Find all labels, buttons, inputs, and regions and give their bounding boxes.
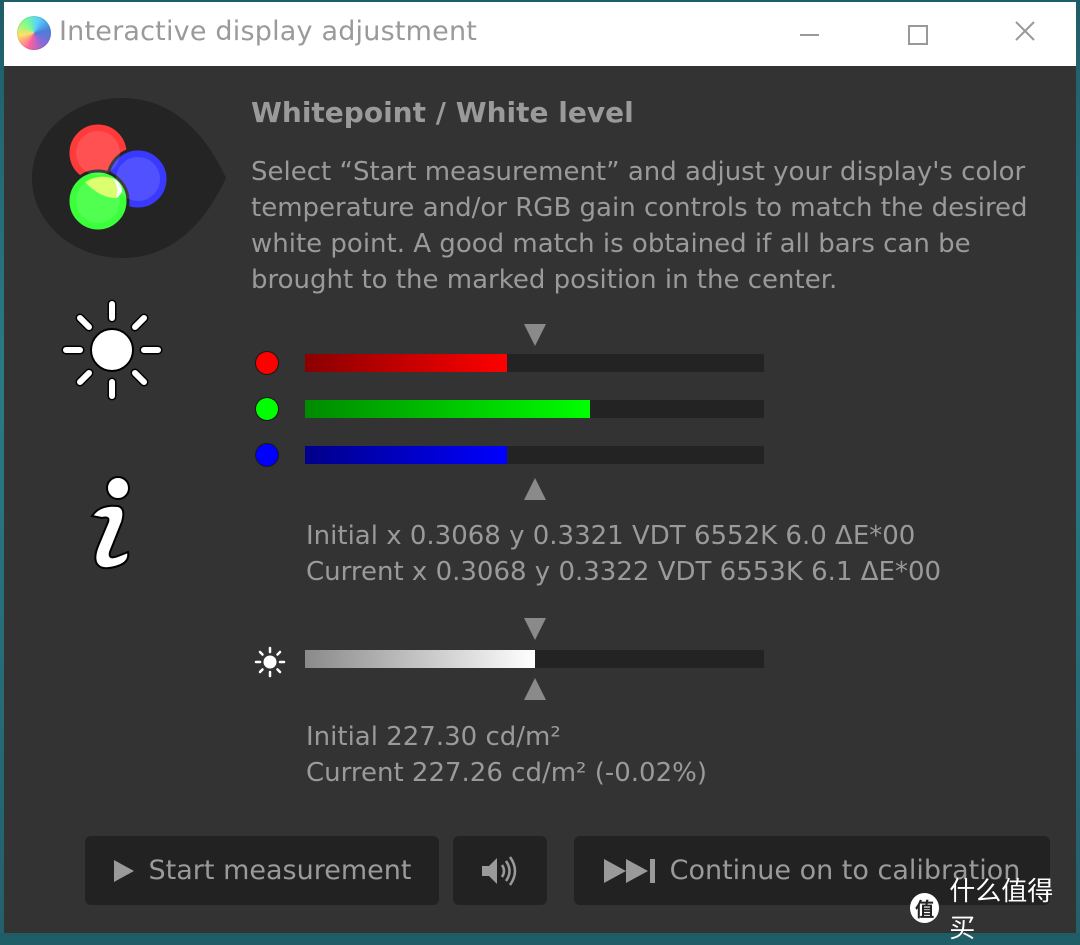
current-luminance-readout: Current 227.26 cd/m² (-0.02%) <box>306 758 707 788</box>
green-bar-fill <box>305 400 590 418</box>
luminance-target-marker-bottom <box>523 678 546 700</box>
play-icon <box>113 859 135 883</box>
green-bar-track <box>305 400 764 418</box>
luminance-sun-icon <box>254 646 286 678</box>
initial-luminance-readout: Initial 227.30 cd/m² <box>306 722 561 752</box>
app-logo-icon <box>17 16 51 50</box>
blue-dot-icon <box>256 444 278 466</box>
rgb-circles-icon <box>32 98 226 258</box>
watermark-text: 什么值得买 <box>949 877 1054 944</box>
maximize-button[interactable] <box>870 2 960 66</box>
title-bar: Interactive display adjustment <box>4 2 1076 66</box>
close-icon <box>1015 21 1035 41</box>
green-dot-icon <box>256 398 278 420</box>
blue-bar-fill <box>305 446 507 464</box>
dialog-window: Interactive display adjustment Whitepoin… <box>4 2 1076 944</box>
maximize-icon <box>908 25 928 45</box>
blue-bar-track <box>305 446 764 464</box>
watermark: 值 什么值得买 <box>910 877 1076 944</box>
minimize-icon <box>800 34 819 36</box>
current-whitepoint-readout: Current x 0.3068 y 0.3322 VDT 6553K 6.1 … <box>306 557 942 587</box>
sound-toggle-button[interactable] <box>453 836 547 905</box>
start-measurement-label: Start measurement <box>148 855 412 886</box>
initial-whitepoint-readout: Initial x 0.3068 y 0.3321 VDT 6552K 6.0 … <box>306 521 916 551</box>
luminance-bar-track <box>305 650 764 668</box>
instructions-text: Select “Start measurement” and adjust yo… <box>251 157 1028 295</box>
target-marker-bottom <box>523 478 546 500</box>
skip-forward-icon <box>603 858 656 884</box>
target-marker-top <box>523 324 546 346</box>
red-bar-track <box>305 354 764 372</box>
red-bar-fill <box>305 354 507 372</box>
luminance-target-marker-top <box>523 618 546 640</box>
page-heading: Whitepoint / White level <box>251 96 634 129</box>
brightness-sun-icon <box>61 299 163 401</box>
window-title: Interactive display adjustment <box>59 16 478 47</box>
luminance-bar-fill <box>305 650 535 668</box>
info-icon <box>90 476 130 570</box>
watermark-badge-icon: 值 <box>910 893 940 923</box>
minimize-button[interactable] <box>756 2 846 66</box>
red-dot-icon <box>256 352 278 374</box>
speaker-icon <box>482 855 517 886</box>
close-button[interactable] <box>979 2 1069 66</box>
start-measurement-button[interactable]: Start measurement <box>85 836 439 905</box>
